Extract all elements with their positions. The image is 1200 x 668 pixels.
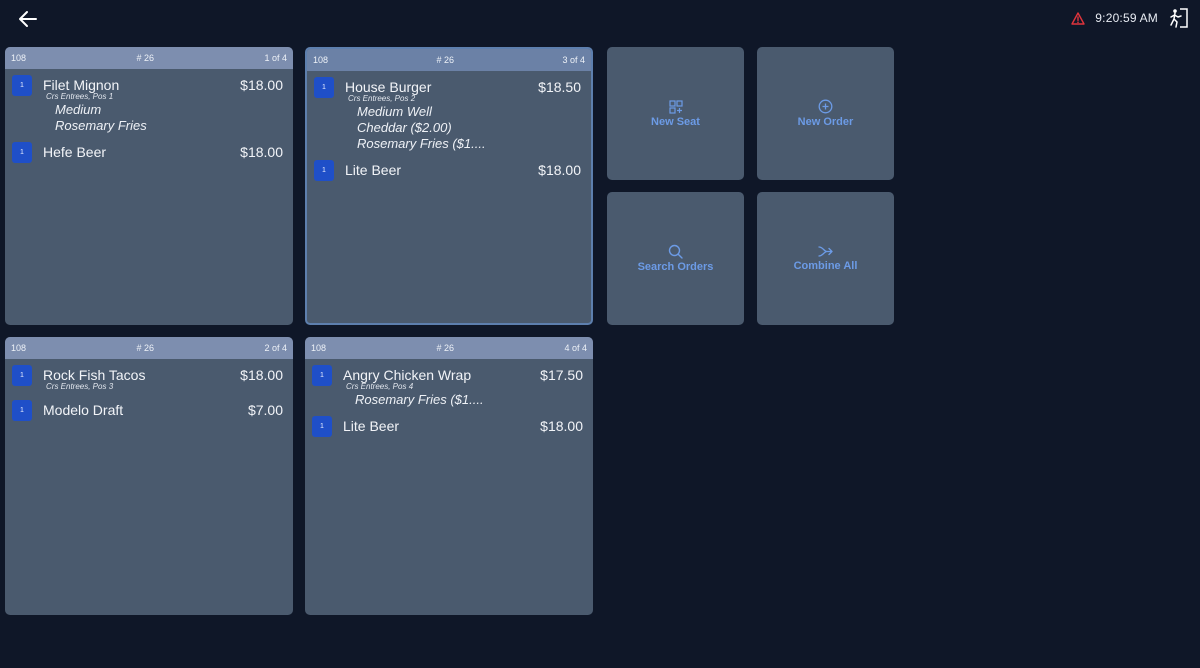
- item-name: Modelo Draft: [43, 402, 124, 418]
- circle-plus-icon: [818, 99, 833, 114]
- item-modifier: Rosemary Fries: [55, 118, 147, 133]
- item-course-position: Crs Entrees, Pos 3: [46, 382, 114, 391]
- page-indicator: 2 of 4: [264, 343, 287, 353]
- page-indicator: 4 of 4: [564, 343, 587, 353]
- item-name: Filet Mignon: [43, 77, 120, 93]
- order-item[interactable]: 1 Filet Mignon $18.00 Crs Entrees, Pos 1…: [5, 73, 293, 134]
- item-name: Lite Beer: [345, 162, 402, 178]
- order-item[interactable]: 1 Rock Fish Tacos $18.00 Crs Entrees, Po…: [5, 363, 293, 392]
- page-indicator: 3 of 4: [562, 55, 585, 65]
- check-number: # 26: [436, 55, 455, 65]
- item-name: Lite Beer: [343, 418, 400, 434]
- search-orders-label: Search Orders: [637, 261, 714, 273]
- order-card-header: 108 # 26 1 of 4: [5, 47, 293, 69]
- item-name: Rock Fish Tacos: [43, 367, 146, 383]
- combine-all-button[interactable]: Combine All: [757, 192, 894, 325]
- order-card-3[interactable]: 108 # 26 3 of 4 1 House Burger $18.50 Cr…: [305, 47, 593, 325]
- order-card-1[interactable]: 108 # 26 1 of 4 1 Filet Mignon $18.00 Cr…: [5, 47, 293, 325]
- order-card-4[interactable]: 108 # 26 4 of 4 1 Angry Chicken Wrap $17…: [305, 337, 593, 615]
- order-item[interactable]: 1 Modelo Draft $7.00: [5, 398, 293, 422]
- order-item[interactable]: 1 Angry Chicken Wrap $17.50 Crs Entrees,…: [305, 363, 593, 408]
- seat-badge: 1: [12, 142, 32, 163]
- item-course-position: Crs Entrees, Pos 1: [46, 92, 114, 101]
- table-number: 108: [311, 343, 327, 353]
- new-seat-button[interactable]: New Seat: [607, 47, 744, 180]
- item-price: $18.00: [240, 367, 283, 383]
- item-name: House Burger: [345, 79, 432, 95]
- item-price: $17.50: [540, 367, 583, 383]
- item-price: $18.00: [538, 162, 581, 178]
- clock-time: 9:20:59 AM: [1095, 11, 1158, 25]
- merge-arrow-icon: [817, 246, 833, 257]
- item-course-position: Crs Entrees, Pos 4: [346, 382, 414, 391]
- order-item[interactable]: 1 Lite Beer $18.00: [305, 414, 593, 438]
- grid-plus-icon: [668, 99, 683, 114]
- item-price: $18.00: [540, 418, 583, 434]
- order-item[interactable]: 1 Lite Beer $18.00: [307, 158, 591, 182]
- item-price: $18.00: [240, 144, 283, 160]
- new-seat-label: New Seat: [651, 115, 700, 128]
- item-price: $18.00: [240, 77, 283, 93]
- combine-all-label: Combine All: [793, 260, 858, 272]
- check-number: # 26: [436, 343, 455, 353]
- item-modifier: Medium Well: [357, 104, 432, 119]
- arrow-left-icon: [19, 11, 37, 27]
- seat-badge: 1: [314, 160, 334, 181]
- item-name: Angry Chicken Wrap: [343, 367, 472, 383]
- item-modifier: Rosemary Fries ($1....: [357, 136, 486, 151]
- item-price: $7.00: [247, 402, 283, 418]
- seat-badge: 1: [12, 365, 32, 386]
- check-number: # 26: [136, 53, 155, 63]
- table-number: 108: [11, 53, 27, 63]
- seat-badge: 1: [12, 400, 32, 421]
- item-price: $18.50: [538, 79, 581, 95]
- new-order-button[interactable]: New Order: [757, 47, 894, 180]
- search-icon: [668, 244, 683, 259]
- warning-icon[interactable]: [1071, 11, 1085, 25]
- order-card-2[interactable]: 108 # 26 2 of 4 1 Rock Fish Tacos $18.00…: [5, 337, 293, 615]
- exit-door-icon[interactable]: [1168, 7, 1190, 29]
- order-card-header: 108 # 26 2 of 4: [5, 337, 293, 359]
- seat-badge: 1: [312, 365, 332, 386]
- item-modifier: Medium: [55, 102, 102, 117]
- page-indicator: 1 of 4: [264, 53, 287, 63]
- status-area: 9:20:59 AM: [1071, 6, 1190, 30]
- seat-badge: 1: [312, 416, 332, 437]
- check-number: # 26: [136, 343, 155, 353]
- order-card-header: 108 # 26 4 of 4: [305, 337, 593, 359]
- order-item[interactable]: 1 Hefe Beer $18.00: [5, 140, 293, 164]
- back-button[interactable]: [14, 6, 42, 32]
- order-card-header: 108 # 26 3 of 4: [307, 49, 591, 71]
- item-name: Hefe Beer: [43, 144, 107, 160]
- item-modifier: Rosemary Fries ($1....: [355, 392, 484, 407]
- seat-badge: 1: [314, 77, 334, 98]
- item-course-position: Crs Entrees, Pos 2: [348, 94, 416, 103]
- order-item[interactable]: 1 House Burger $18.50 Crs Entrees, Pos 2…: [307, 75, 591, 152]
- table-number: 108: [313, 55, 329, 65]
- new-order-label: New Order: [797, 116, 854, 128]
- item-modifier: Cheddar ($2.00): [357, 120, 452, 135]
- seat-badge: 1: [12, 75, 32, 96]
- search-orders-button[interactable]: Search Orders: [607, 192, 744, 325]
- table-number: 108: [11, 343, 27, 353]
